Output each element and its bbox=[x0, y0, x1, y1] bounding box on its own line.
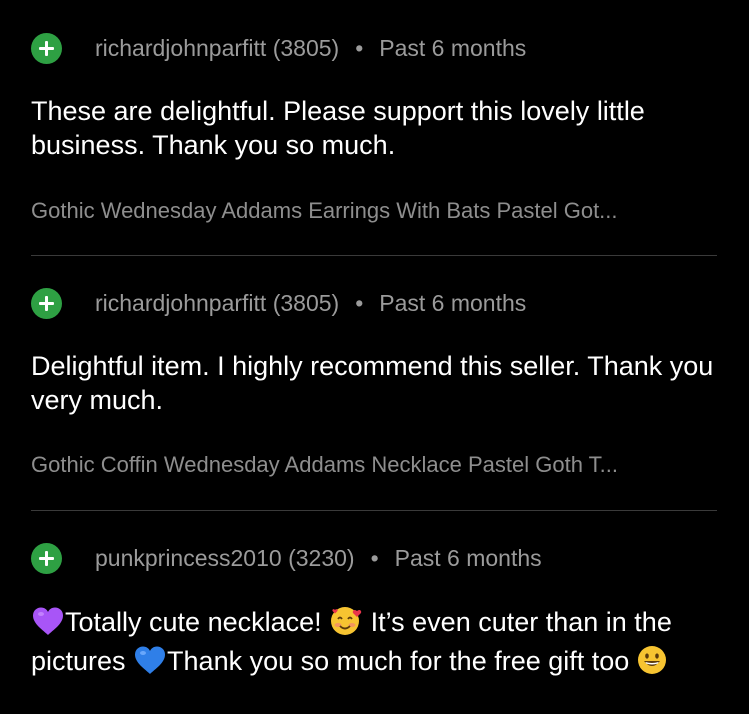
separator-dot: • bbox=[355, 34, 364, 61]
review-meta: richardjohnparfitt (3805) • Past 6 month… bbox=[31, 286, 526, 320]
blue-heart-icon bbox=[133, 645, 167, 683]
smiling-face-with-hearts-icon bbox=[329, 604, 363, 644]
separator-dot: • bbox=[355, 289, 364, 316]
review-text: Delightful item. I highly recommend this… bbox=[31, 351, 714, 415]
review-text-part: Totally cute necklace! bbox=[65, 607, 330, 637]
review-meta: richardjohnparfitt (3805) • Past 6 month… bbox=[31, 31, 526, 65]
grinning-face-icon bbox=[637, 645, 667, 683]
divider bbox=[31, 255, 717, 256]
reviewer-name[interactable]: richardjohnparfitt (3805) bbox=[95, 35, 339, 62]
review-text-part: Thank you so much for the free gift too bbox=[167, 646, 637, 676]
divider bbox=[31, 510, 717, 511]
review-time: Past 6 months bbox=[379, 289, 527, 316]
reviewer-name[interactable]: punkprincess2010 (3230) bbox=[95, 545, 355, 572]
separator-dot: • bbox=[370, 544, 379, 571]
item-link[interactable]: Gothic Coffin Wednesday Addams Necklace … bbox=[31, 450, 721, 480]
reviewer-name[interactable]: richardjohnparfitt (3805) bbox=[95, 290, 339, 317]
review-meta: punkprincess2010 (3230) • Past 6 months bbox=[31, 541, 542, 575]
review-time: Past 6 months bbox=[379, 34, 527, 61]
item-link[interactable]: Gothic Wednesday Addams Earrings With Ba… bbox=[31, 196, 721, 226]
plus-icon bbox=[31, 542, 62, 574]
plus-icon bbox=[31, 32, 62, 64]
plus-icon bbox=[31, 287, 62, 319]
purple-heart-icon bbox=[31, 606, 65, 644]
review-time: Past 6 months bbox=[394, 544, 542, 571]
review-text: Totally cute necklace! It’s even cuter t… bbox=[31, 604, 721, 683]
review-text: These are delightful. Please support thi… bbox=[31, 96, 645, 160]
